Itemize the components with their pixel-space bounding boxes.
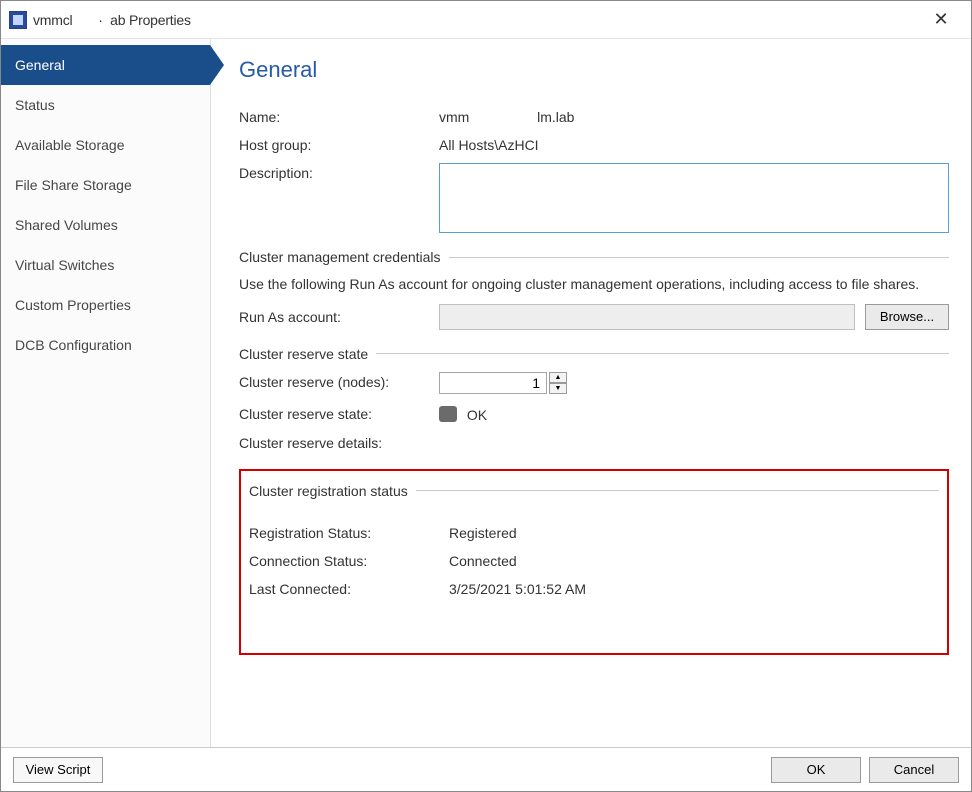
section-reserve: Cluster reserve state xyxy=(239,346,949,362)
cancel-button[interactable]: Cancel xyxy=(869,757,959,783)
section-credentials: Cluster management credentials xyxy=(239,249,949,265)
browse-button[interactable]: Browse... xyxy=(865,304,949,330)
main-panel: General Name: vmm lm.lab Host group: All… xyxy=(211,39,971,747)
reserve-details-label: Cluster reserve details: xyxy=(239,433,439,451)
sidebar-item-virtual-switches[interactable]: Virtual Switches xyxy=(1,245,210,285)
view-script-button[interactable]: View Script xyxy=(13,757,103,783)
sidebar-item-general[interactable]: General xyxy=(1,45,210,85)
credentials-helper: Use the following Run As account for ong… xyxy=(239,275,949,294)
reserve-state-value: OK xyxy=(439,404,487,423)
spinner-up-button[interactable]: ▲ xyxy=(549,372,567,383)
sidebar-item-dcb-configuration[interactable]: DCB Configuration xyxy=(1,325,210,365)
description-label: Description: xyxy=(239,163,439,181)
title-bar: vmmcl · ab Properties ✕ xyxy=(1,1,971,39)
page-title: General xyxy=(239,57,949,83)
reg-last-label: Last Connected: xyxy=(249,579,449,597)
hostgroup-value: All Hosts\AzHCI xyxy=(439,135,539,153)
sidebar-item-file-share-storage[interactable]: File Share Storage xyxy=(1,165,210,205)
section-registration: Cluster registration status xyxy=(249,483,939,499)
reg-conn-label: Connection Status: xyxy=(249,551,449,569)
reserve-nodes-input[interactable] xyxy=(439,372,547,394)
sidebar-item-shared-volumes[interactable]: Shared Volumes xyxy=(1,205,210,245)
reg-last-value: 3/25/2021 5:01:52 AM xyxy=(449,579,586,597)
hostgroup-label: Host group: xyxy=(239,135,439,153)
sidebar-item-label: Custom Properties xyxy=(15,297,131,313)
app-icon xyxy=(9,11,27,29)
sidebar-item-label: Status xyxy=(15,97,55,113)
runas-label: Run As account: xyxy=(239,309,439,325)
sidebar-item-available-storage[interactable]: Available Storage xyxy=(1,125,210,165)
description-input[interactable] xyxy=(439,163,949,233)
sidebar-item-label: Available Storage xyxy=(15,137,124,153)
ok-button[interactable]: OK xyxy=(771,757,861,783)
name-value: vmm lm.lab xyxy=(439,107,574,125)
sidebar-item-status[interactable]: Status xyxy=(1,85,210,125)
sidebar-item-label: Shared Volumes xyxy=(15,217,118,233)
dialog-footer: View Script OK Cancel xyxy=(1,747,971,791)
window-title: vmmcl · ab Properties xyxy=(33,12,191,28)
spinner-down-button[interactable]: ▼ xyxy=(549,383,567,394)
sidebar-item-label: File Share Storage xyxy=(15,177,132,193)
cluster-icon xyxy=(439,406,457,422)
sidebar-item-label: DCB Configuration xyxy=(15,337,132,353)
name-label: Name: xyxy=(239,107,439,125)
sidebar-item-custom-properties[interactable]: Custom Properties xyxy=(1,285,210,325)
sidebar-item-label: Virtual Switches xyxy=(15,257,114,273)
reserve-nodes-label: Cluster reserve (nodes): xyxy=(239,372,439,390)
reg-status-label: Registration Status: xyxy=(249,523,449,541)
close-button[interactable]: ✕ xyxy=(919,5,963,35)
sidebar: General Status Available Storage File Sh… xyxy=(1,39,211,747)
reserve-state-label: Cluster reserve state: xyxy=(239,404,439,422)
runas-input[interactable] xyxy=(439,304,855,330)
reg-conn-value: Connected xyxy=(449,551,517,569)
sidebar-item-label: General xyxy=(15,57,65,73)
registration-highlight-box: Cluster registration status Registration… xyxy=(239,469,949,655)
reg-status-value: Registered xyxy=(449,523,517,541)
